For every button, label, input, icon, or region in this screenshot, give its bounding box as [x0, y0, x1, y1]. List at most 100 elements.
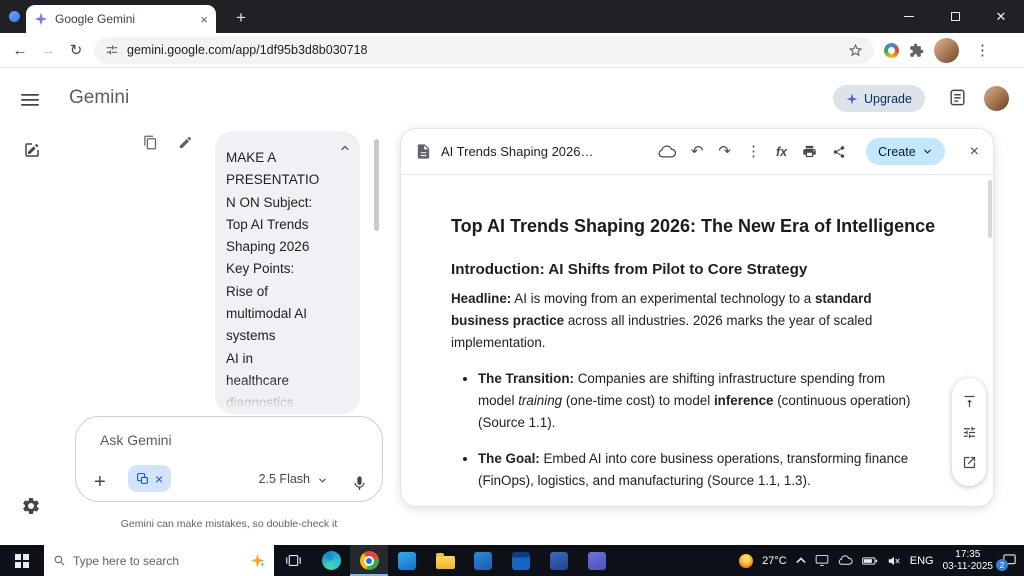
share-icon[interactable] — [832, 145, 846, 159]
prompt-text: MAKE A PRESENTATIO N ON Subject: Top AI Tre… — [226, 147, 349, 414]
mail-icon[interactable] — [388, 545, 426, 576]
task-view-icon[interactable] — [274, 545, 312, 576]
create-button[interactable]: Create — [866, 138, 945, 165]
tab-search-icon[interactable] — [9, 11, 20, 22]
word-icon[interactable] — [540, 545, 578, 576]
browser-menu-icon[interactable]: ⋮ — [969, 41, 996, 59]
display-icon[interactable] — [815, 554, 829, 567]
window-maximize-button[interactable] — [932, 0, 978, 33]
prompt-line: systems — [226, 328, 276, 344]
user-prompt-card[interactable]: MAKE A PRESENTATIO N ON Subject: Top AI Tre… — [215, 131, 360, 414]
new-tab-button[interactable]: + — [228, 5, 254, 31]
screen: Google Gemini × + ✕ ← → ↻ gemini.google.… — [0, 0, 1024, 576]
chrome-icon[interactable] — [350, 545, 388, 576]
extension-ring-icon[interactable] — [884, 42, 899, 58]
doc-text-segment: inference — [713, 393, 774, 408]
doc-heading: Introduction: AI Shifts from Pilot to Co… — [451, 261, 808, 278]
model-chevron-down-icon[interactable] — [317, 475, 328, 486]
action-center-icon[interactable]: 2 — [996, 553, 1017, 571]
doc-text-segment: (one-time cost) to model — [562, 393, 714, 408]
clock-time: 17:35 — [955, 548, 981, 560]
redo-icon[interactable]: ↷ — [718, 144, 731, 159]
canvas-tool-icon — [136, 472, 149, 485]
teams-icon[interactable] — [578, 545, 616, 576]
tune-icon[interactable] — [962, 425, 977, 440]
edit-icon[interactable] — [178, 135, 193, 150]
bookmark-star-icon[interactable] — [848, 43, 863, 58]
calendar-icon[interactable] — [502, 545, 540, 576]
weather-icon[interactable] — [739, 553, 754, 568]
account-avatar[interactable] — [984, 86, 1009, 111]
chat-scrollbar[interactable] — [374, 139, 379, 231]
battery-icon[interactable] — [861, 556, 878, 566]
history-icon[interactable] — [948, 88, 967, 107]
site-settings-icon[interactable] — [105, 43, 119, 57]
chip-remove-icon[interactable]: × — [155, 472, 163, 486]
window-close-button[interactable]: ✕ — [978, 0, 1024, 33]
tab-close-icon[interactable]: × — [200, 13, 208, 26]
settings-gear-icon[interactable] — [19, 494, 43, 518]
file-explorer-icon[interactable] — [426, 545, 464, 576]
prompt-line: MAKE A — [226, 150, 277, 165]
window-controls: ✕ — [886, 0, 1024, 33]
model-selector[interactable]: 2.5 Flash — [259, 472, 310, 486]
prompt-line: diagnostics — [226, 395, 294, 411]
new-chat-button[interactable] — [20, 138, 44, 162]
address-bar[interactable]: gemini.google.com/app/1df95b3d8b030718 — [94, 36, 874, 64]
reload-icon[interactable]: ↻ — [62, 41, 90, 59]
prompt-line: multimodal AI — [226, 306, 308, 322]
extensions-puzzle-icon[interactable] — [909, 43, 924, 58]
main-menu-button[interactable] — [18, 88, 42, 112]
print-icon[interactable] — [802, 144, 817, 159]
export-icon[interactable] — [962, 455, 977, 470]
copy-icon[interactable] — [143, 135, 158, 150]
clock-date: 03-11-2025 — [942, 560, 993, 572]
doc-bullet-item: The Transition: Companies are shifting i… — [478, 368, 923, 434]
temperature-label[interactable]: 27°C — [762, 555, 787, 567]
upgrade-label: Upgrade — [864, 91, 912, 106]
prompt-input[interactable]: Ask Gemini + × 2.5 Flash — [75, 416, 383, 502]
scroll-to-top-icon[interactable] — [962, 394, 977, 409]
prompt-line: Rise of — [226, 283, 269, 299]
canvas-scrollbar[interactable] — [988, 180, 992, 238]
doc-text-segment: training — [518, 393, 563, 408]
taskbar-search[interactable]: Type here to search — [44, 545, 274, 576]
tray-chevron-up-icon[interactable] — [796, 557, 806, 564]
photos-icon[interactable] — [464, 545, 502, 576]
doc-text-segment: AI is moving from an experimental techno… — [511, 291, 815, 306]
doc-paragraph: Headline: AI is moving from an experimen… — [451, 288, 923, 354]
onedrive-icon[interactable] — [838, 555, 853, 566]
canvas-doc-title[interactable]: AI Trends Shaping 2026: A... — [441, 144, 596, 159]
more-options-icon[interactable]: ⋮ — [746, 144, 761, 159]
collapse-chevron-icon[interactable] — [339, 142, 351, 154]
edge-icon[interactable] — [312, 545, 350, 576]
doc-text-segment: The Transition: — [478, 371, 574, 386]
browser-tab-strip: Google Gemini × + ✕ — [0, 0, 1024, 33]
search-placeholder: Type here to search — [73, 553, 180, 568]
volume-icon[interactable] — [887, 555, 901, 567]
add-attachment-icon[interactable]: + — [94, 472, 106, 492]
disclaimer-text: Gemini can make mistakes, so double-chec… — [120, 518, 338, 530]
language-indicator[interactable]: ENG — [910, 555, 934, 567]
window-minimize-button[interactable] — [886, 0, 932, 33]
canvas-panel: AI Trends Shaping 2026: A... ↶ ↷ ⋮ fx Cr… — [400, 128, 994, 507]
upgrade-button[interactable]: Upgrade — [833, 85, 925, 112]
browser-tab[interactable]: Google Gemini × — [26, 5, 216, 33]
taskbar: Type here to search 27°C ENG 17:35 03-11… — [0, 545, 1024, 576]
canvas-close-icon[interactable]: × — [970, 143, 979, 161]
microphone-icon[interactable] — [351, 475, 368, 492]
tab-title: Google Gemini — [55, 12, 136, 26]
formula-icon[interactable]: fx — [776, 145, 787, 159]
back-icon[interactable]: ← — [6, 42, 34, 59]
search-highlights-icon[interactable] — [250, 553, 265, 568]
sparkle-icon — [846, 93, 858, 105]
clock[interactable]: 17:35 03-11-2025 — [943, 549, 993, 573]
browser-profile-avatar[interactable] — [934, 37, 959, 63]
tool-chip[interactable]: × — [128, 465, 172, 492]
start-button[interactable] — [0, 545, 44, 576]
search-icon — [53, 554, 66, 567]
forward-icon[interactable]: → — [34, 42, 62, 59]
cloud-save-icon[interactable] — [658, 144, 676, 159]
undo-icon[interactable]: ↶ — [691, 144, 704, 159]
browser-toolbar: ← → ↻ gemini.google.com/app/1df95b3d8b03… — [0, 33, 1024, 68]
